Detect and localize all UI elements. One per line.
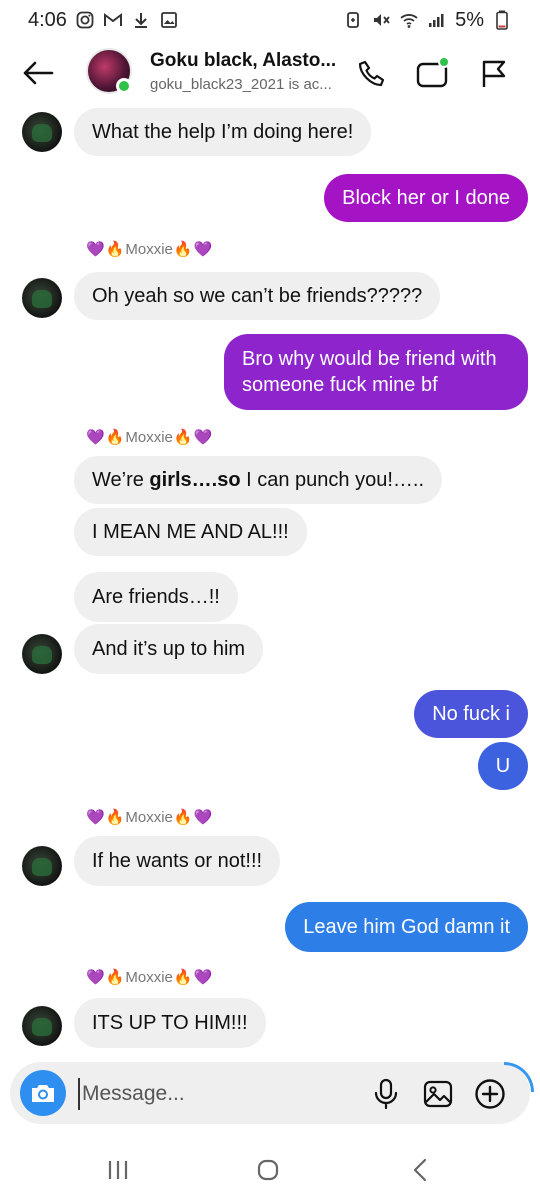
battery-icon — [492, 10, 512, 30]
battery-saver-icon — [343, 10, 363, 30]
sender-avatar[interactable] — [22, 846, 62, 886]
gmail-icon — [103, 10, 123, 30]
chat-subtitle: goku_black23_2021 is ac... — [150, 76, 332, 93]
heart-emoji-icon: 💜 — [86, 969, 105, 986]
nav-back-button[interactable] — [400, 1152, 440, 1188]
download-icon — [131, 10, 151, 30]
message-bubble[interactable]: If he wants or not!!! — [74, 836, 281, 886]
heart-emoji-icon: 💜 — [193, 809, 213, 826]
chat-title-block[interactable]: Goku black, Alasto... goku_black23_2021 … — [150, 50, 350, 93]
status-bar: 4:06 5% — [0, 0, 540, 40]
back-button[interactable] — [18, 56, 58, 90]
message-text-bold: girls….so — [149, 469, 241, 491]
chat-header: Goku black, Alasto... goku_black23_2021 … — [0, 44, 540, 100]
mic-icon — [374, 1078, 398, 1110]
gallery-button[interactable] — [420, 1076, 456, 1112]
video-active-dot — [438, 56, 450, 68]
heart-emoji-icon: 💜 — [86, 809, 105, 826]
sender-label: 💜 🔥 Moxxie 🔥 💜 — [86, 968, 213, 987]
signal-icon — [427, 10, 447, 30]
video-call-button[interactable] — [412, 54, 452, 94]
report-button[interactable] — [474, 54, 514, 94]
sender-avatar[interactable] — [22, 278, 62, 318]
camera-button[interactable] — [20, 1070, 66, 1116]
fire-emoji-icon: 🔥 — [173, 969, 193, 986]
message-bubble[interactable]: U — [478, 742, 528, 790]
message-bubble[interactable]: We’re girls….so I can punch you!….. — [74, 456, 442, 504]
more-options-button[interactable] — [472, 1076, 508, 1112]
sender-name: Moxxie — [125, 240, 173, 258]
phone-icon — [358, 60, 385, 87]
plus-icon — [475, 1079, 505, 1109]
heart-emoji-icon: 💜 — [86, 429, 105, 446]
back-icon — [413, 1158, 427, 1182]
sender-avatar[interactable] — [22, 112, 62, 152]
mute-icon — [371, 10, 391, 30]
fire-emoji-icon: 🔥 — [173, 429, 193, 446]
sender-label: 💜 🔥 Moxxie 🔥 💜 — [86, 428, 213, 447]
flag-icon — [482, 60, 506, 87]
message-bubble[interactable]: What the help I’m doing here! — [74, 108, 372, 156]
fire-emoji-icon: 🔥 — [105, 809, 125, 826]
sender-avatar[interactable] — [22, 1006, 62, 1046]
fire-emoji-icon: 🔥 — [105, 241, 125, 258]
battery-percent: 5% — [455, 8, 484, 31]
sender-label: 💜 🔥 Moxxie 🔥 💜 — [86, 240, 213, 259]
sender-label: 💜 🔥 Moxxie 🔥 💜 — [86, 808, 213, 827]
gallery-icon — [159, 10, 179, 30]
status-time: 4:06 — [28, 8, 67, 31]
fire-emoji-icon: 🔥 — [105, 429, 125, 446]
message-bubble[interactable]: Are friends…!! — [74, 572, 238, 622]
gallery-icon — [423, 1080, 453, 1108]
system-nav-bar — [0, 1140, 540, 1200]
heart-emoji-icon: 💜 — [193, 241, 213, 258]
heart-emoji-icon: 💜 — [86, 241, 105, 258]
fire-emoji-icon: 🔥 — [173, 241, 193, 258]
heart-emoji-icon: 💜 — [193, 429, 213, 446]
sender-name: Moxxie — [125, 808, 173, 826]
voice-message-button[interactable] — [368, 1076, 404, 1112]
chat-title: Goku black, Alasto... — [150, 50, 337, 71]
instagram-icon — [75, 10, 95, 30]
sender-name: Moxxie — [125, 428, 173, 446]
home-icon — [257, 1159, 279, 1181]
message-bubble[interactable]: Block her or I done — [324, 174, 528, 222]
message-input[interactable] — [78, 1078, 358, 1110]
fire-emoji-icon: 🔥 — [105, 969, 125, 986]
sender-name: Moxxie — [125, 968, 173, 986]
message-bubble[interactable]: Oh yeah so we can’t be friends????? — [74, 272, 441, 320]
sender-avatar[interactable] — [22, 634, 62, 674]
home-button[interactable] — [248, 1152, 288, 1188]
recents-icon — [108, 1161, 128, 1179]
heart-emoji-icon: 💜 — [193, 969, 213, 986]
online-indicator — [116, 78, 132, 94]
fire-emoji-icon: 🔥 — [173, 809, 193, 826]
message-bubble[interactable]: No fuck i — [414, 690, 528, 738]
call-button[interactable] — [352, 54, 392, 94]
message-bubble[interactable]: I MEAN ME AND AL!!! — [74, 508, 307, 556]
message-text: We’re — [92, 469, 150, 491]
message-bubble[interactable]: Bro why would be friend with someone fuc… — [224, 334, 528, 410]
wifi-icon — [399, 10, 419, 30]
message-bubble[interactable]: And it’s up to him — [74, 624, 264, 674]
camera-icon — [32, 1085, 54, 1102]
message-bubble[interactable]: ITS UP TO HIM!!! — [74, 998, 266, 1048]
message-text: I can punch you!….. — [240, 469, 424, 491]
recents-button[interactable] — [98, 1152, 138, 1188]
back-arrow-icon — [23, 61, 54, 85]
message-bubble[interactable]: Leave him God damn it — [285, 902, 528, 952]
